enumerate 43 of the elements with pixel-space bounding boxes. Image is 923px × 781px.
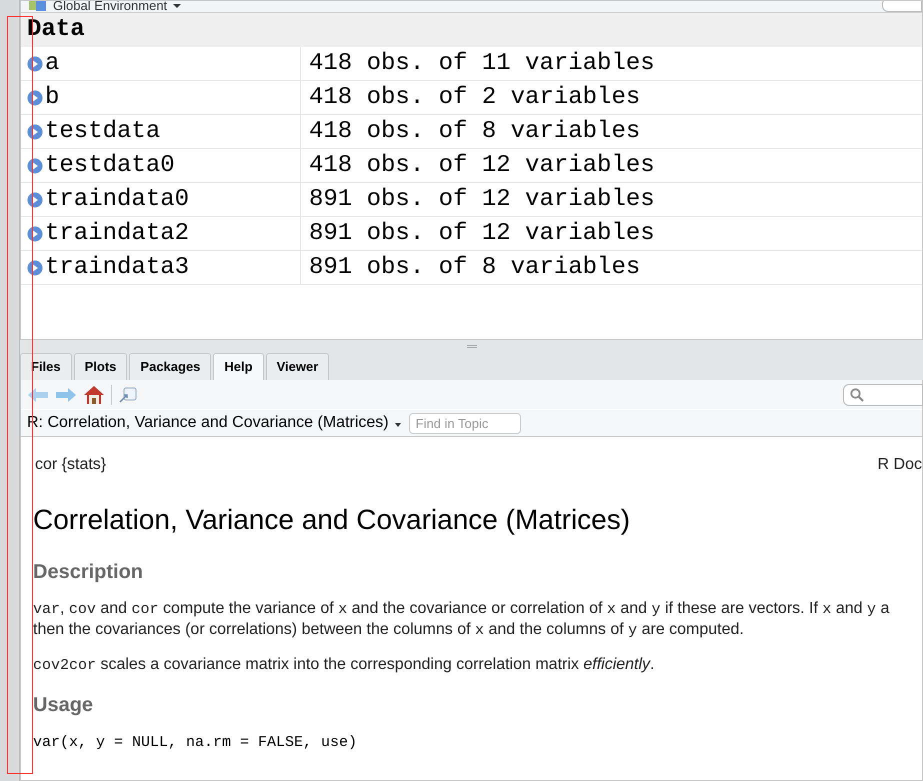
variable-summary: 418 obs. of 11 variables (308, 48, 655, 78)
expand-icon[interactable] (27, 124, 43, 140)
variable-name: testdata (45, 116, 160, 146)
expand-icon[interactable] (27, 192, 43, 208)
help-paragraph: var, cov and cor compute the variance of x and the covariance or correlation of x and y if these are vectors. If x and y a then the covariances (or correlations) between the columns of x and the columns of y are computed. (33, 599, 890, 641)
find-in-topic-field[interactable]: Find in Topic (408, 412, 521, 434)
expand-icon[interactable] (27, 158, 43, 174)
back-arrow-icon[interactable] (27, 386, 49, 402)
search-icon (850, 388, 864, 402)
tab[interactable]: Plots (74, 353, 128, 380)
doc-label: R Doc (878, 455, 922, 475)
tab[interactable]: Help (213, 353, 264, 380)
variable-name: testdata0 (45, 150, 175, 180)
variable-summary: 891 obs. of 12 variables (308, 184, 655, 214)
tab[interactable]: Packages (129, 353, 212, 380)
variable-name: traindata3 (45, 252, 190, 282)
variable-summary: 418 obs. of 8 variables (308, 116, 640, 146)
variable-summary: 891 obs. of 8 variables (308, 252, 640, 282)
popout-icon[interactable] (118, 386, 138, 404)
tab[interactable]: Viewer (266, 353, 330, 380)
expand-icon[interactable] (27, 260, 43, 276)
variable-name: traindata0 (45, 184, 190, 214)
variable-name: b (45, 82, 60, 112)
variable-summary: 891 obs. of 12 variables (308, 218, 655, 248)
caret-icon (173, 4, 182, 8)
caret-icon (394, 423, 401, 427)
variable-name: traindata2 (45, 218, 190, 248)
help-title: Correlation, Variance and Covariance (Matrices) (33, 503, 632, 537)
search-field[interactable] (843, 384, 923, 406)
search-field[interactable] (882, 1, 922, 12)
section-heading: Usage (33, 693, 94, 718)
expand-icon[interactable] (27, 90, 43, 106)
expand-icon[interactable] (27, 226, 43, 242)
expand-icon[interactable] (27, 56, 43, 72)
help-paragraph: cov2cor scales a covariance matrix into the corresponding correlation matrix efficiently. (33, 655, 654, 676)
variable-summary: 418 obs. of 12 variables (308, 150, 655, 180)
variable-name: a (45, 48, 60, 78)
environment-icon (29, 1, 47, 12)
section-heading: Description (33, 560, 144, 585)
usage-code: var(x, y = NULL, na.rm = FALSE, use) (33, 733, 358, 753)
home-icon[interactable] (83, 384, 105, 404)
package-label: cor {stats} (34, 455, 106, 475)
variable-summary: 418 obs. of 2 variables (308, 82, 640, 112)
